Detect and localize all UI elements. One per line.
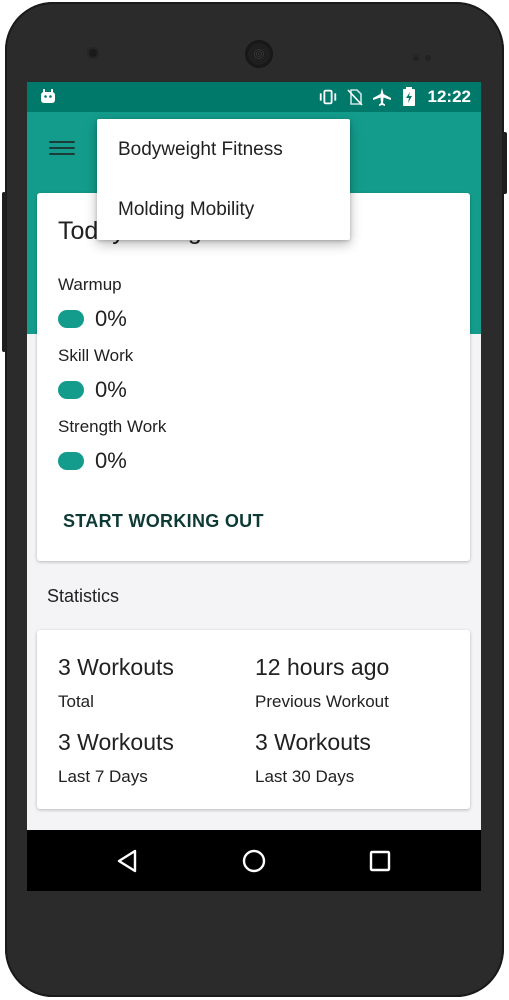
skill-work-label: Skill Work [58, 346, 134, 365]
start-working-out-button[interactable]: START WORKING OUT [63, 511, 264, 532]
skill-work-progress: 0% [58, 377, 127, 403]
app-screen: 12:22 Today's Progress Warmup 0% Skill W… [27, 82, 481, 891]
stat-value: 3 Workouts [58, 729, 174, 755]
strength-work-progress: 0% [58, 448, 127, 474]
stat-value: 3 Workouts [255, 729, 371, 755]
airplane-icon [372, 87, 392, 107]
earpiece-speaker [245, 40, 273, 68]
no-sim-icon [345, 87, 365, 107]
menu-item-label: Bodyweight Fitness [118, 139, 283, 160]
volume-button [2, 192, 6, 352]
hamburger-icon[interactable] [49, 137, 75, 157]
warmup-percent: 0% [95, 306, 127, 331]
stat-caption: Previous Workout [255, 692, 389, 711]
warmup-progress: 0% [58, 306, 127, 332]
battery-charging-icon [399, 87, 419, 107]
statistics-card: 3 Workouts Total 12 hours ago Previous W… [37, 630, 470, 809]
system-navigation-bar [27, 830, 481, 891]
stat-caption: Last 30 Days [255, 767, 355, 786]
recents-icon[interactable] [365, 846, 395, 876]
home-icon[interactable] [239, 846, 269, 876]
progress-card: Today's Progress Warmup 0% Skill Work 0%… [37, 193, 470, 561]
stat-last-30-days: 3 Workouts Last 30 Days [255, 729, 371, 787]
warmup-progress-indicator [58, 310, 84, 328]
warmup-label: Warmup [58, 275, 122, 294]
stat-caption: Last 7 Days [58, 767, 148, 786]
menu-item-label: Molding Mobility [118, 199, 255, 220]
stat-value: 3 Workouts [58, 654, 174, 680]
status-icons: 12:22 [318, 82, 471, 112]
skill-work-percent: 0% [95, 377, 127, 402]
stat-last-7-days: 3 Workouts Last 7 Days [58, 729, 174, 787]
routine-dropdown-menu: Bodyweight Fitness Molding Mobility [97, 119, 350, 240]
proximity-sensors [413, 48, 439, 61]
android-debug-icon [39, 87, 59, 107]
strength-work-progress-indicator [58, 452, 84, 470]
vibrate-icon [318, 87, 338, 107]
status-time: 12:22 [427, 87, 471, 106]
strength-work-percent: 0% [95, 448, 127, 473]
front-camera [87, 47, 99, 59]
status-bar: 12:22 [27, 82, 481, 112]
menu-item-molding-mobility[interactable]: Molding Mobility [97, 179, 350, 239]
strength-work-label: Strength Work [58, 417, 167, 436]
stat-value: 12 hours ago [255, 654, 390, 680]
statistics-heading: Statistics [47, 586, 120, 606]
stat-total: 3 Workouts Total [58, 654, 174, 712]
power-button [502, 132, 507, 194]
skill-work-progress-indicator [58, 381, 84, 399]
back-icon[interactable] [113, 846, 143, 876]
stat-caption: Total [58, 692, 94, 711]
stat-previous-workout: 12 hours ago Previous Workout [255, 654, 389, 712]
menu-item-bodyweight-fitness[interactable]: Bodyweight Fitness [97, 119, 350, 179]
